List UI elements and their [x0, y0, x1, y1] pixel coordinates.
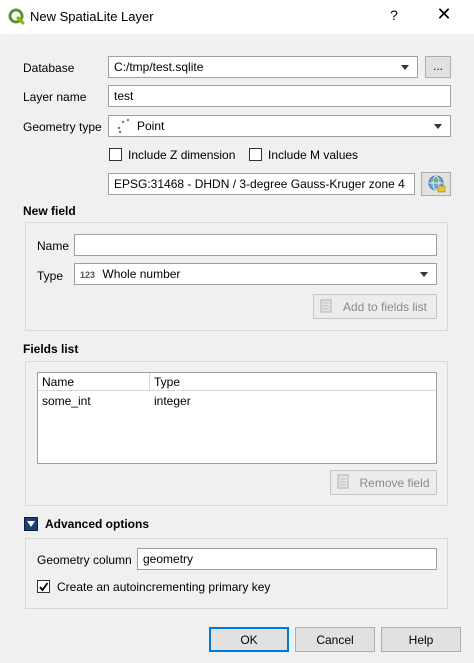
chevron-down-icon	[420, 272, 428, 277]
include-z-label: Include Z dimension	[128, 148, 236, 162]
field-type-label: Type	[37, 269, 64, 283]
column-header-type[interactable]: Type	[150, 373, 436, 391]
globe-crs-icon	[428, 175, 446, 193]
context-help-button[interactable]: ?	[386, 7, 402, 23]
row-field-type: integer	[154, 394, 191, 408]
checkmark-icon	[39, 582, 49, 592]
row-field-name: some_int	[42, 394, 91, 408]
point-geometry-icon	[117, 118, 130, 134]
add-to-fields-list-button[interactable]: Add to fields list	[313, 294, 437, 319]
integer-type-icon: 123	[80, 270, 96, 280]
include-z-checkbox[interactable]	[109, 148, 122, 161]
advanced-options-toggle[interactable]	[24, 517, 38, 531]
select-crs-button[interactable]	[421, 172, 451, 196]
field-type-value: Whole number	[102, 267, 181, 281]
layer-name-label: Layer name	[23, 90, 87, 104]
geometry-type-label: Geometry type	[23, 120, 102, 134]
column-header-name[interactable]: Name	[38, 373, 150, 391]
fields-table[interactable]: Name Type some_int integer	[37, 372, 437, 464]
browse-database-button[interactable]: ...	[425, 56, 451, 78]
geometry-type-combobox[interactable]: Point	[108, 115, 451, 137]
cancel-button[interactable]: Cancel	[295, 627, 375, 652]
database-label: Database	[23, 61, 75, 75]
geometry-column-label: Geometry column	[37, 553, 132, 567]
geometry-column-input[interactable]: geometry	[137, 548, 437, 570]
include-m-label: Include M values	[268, 148, 359, 162]
close-window-button[interactable]: ✕	[430, 4, 458, 25]
table-row[interactable]: some_int integer	[38, 392, 436, 410]
remove-field-icon	[337, 474, 349, 489]
collapse-triangle-icon	[27, 521, 35, 527]
fields-list-title: Fields list	[23, 342, 79, 356]
autoincrement-checkbox[interactable]	[37, 580, 50, 593]
chevron-down-icon	[401, 65, 409, 70]
include-m-checkbox[interactable]	[249, 148, 262, 161]
chevron-down-icon	[434, 124, 442, 129]
add-to-fields-list-label: Add to fields list	[342, 300, 428, 314]
crs-display: EPSG:31468 - DHDN / 3-degree Gauss-Kruge…	[108, 173, 415, 195]
remove-field-button[interactable]: Remove field	[330, 470, 437, 495]
autoincrement-label: Create an autoincrementing primary key	[57, 580, 271, 594]
advanced-options-title[interactable]: Advanced options	[45, 517, 149, 531]
field-name-input[interactable]	[74, 234, 437, 256]
geometry-type-value: Point	[137, 119, 165, 133]
database-value: C:/tmp/test.sqlite	[114, 60, 204, 74]
help-button[interactable]: Help	[381, 627, 461, 652]
ok-button[interactable]: OK	[209, 627, 289, 652]
database-combobox[interactable]: C:/tmp/test.sqlite	[108, 56, 418, 78]
remove-field-label: Remove field	[359, 476, 430, 490]
qgis-logo-icon	[8, 8, 25, 25]
layer-name-input[interactable]: test	[108, 85, 451, 107]
add-field-icon	[320, 299, 332, 313]
title-bar: New SpatiaLite Layer ? ✕	[0, 0, 474, 34]
field-name-label: Name	[37, 239, 70, 253]
field-type-combobox[interactable]: 123 Whole number	[74, 263, 437, 285]
window-title: New SpatiaLite Layer	[30, 9, 154, 24]
new-field-title: New field	[23, 204, 76, 218]
